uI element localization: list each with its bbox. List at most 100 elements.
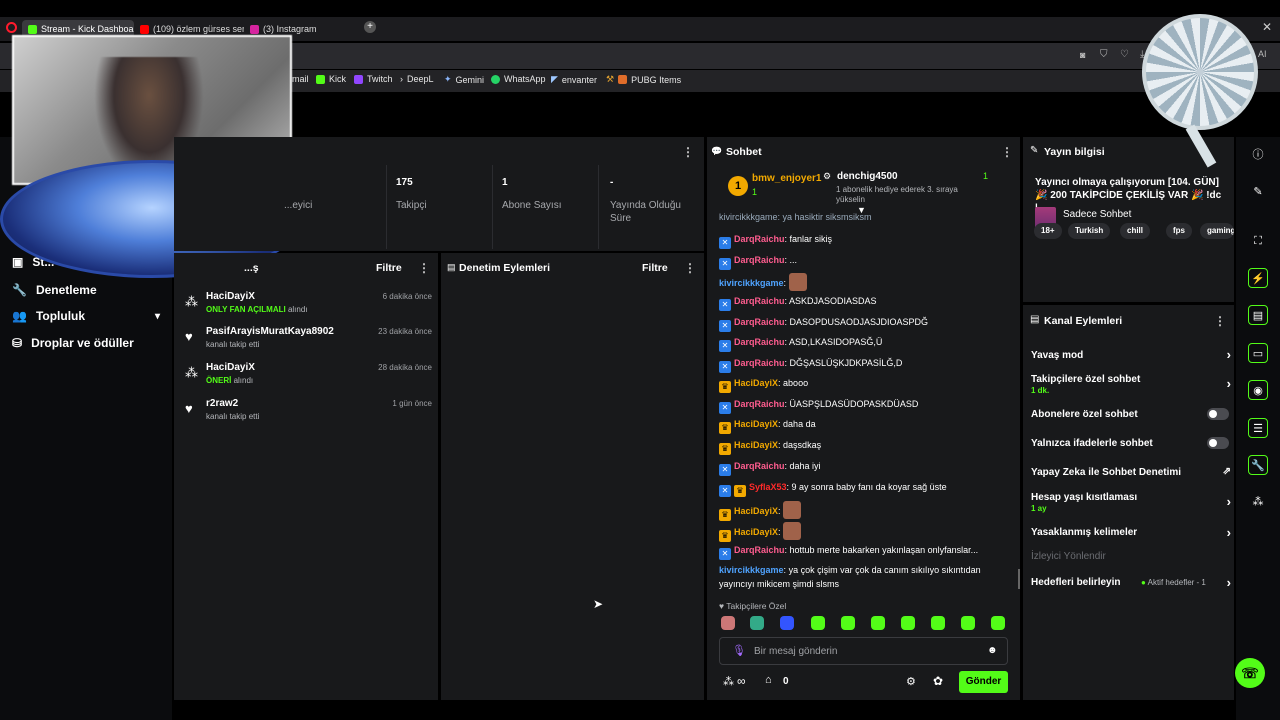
slow-mode-row[interactable]: Yavaş mod › (1031, 347, 1231, 365)
emote-blue[interactable] (780, 616, 794, 630)
share-icon[interactable]: ⁂ (1248, 492, 1268, 512)
tag-chip[interactable]: 18+ (1034, 223, 1062, 239)
chat-scrollbar[interactable] (1018, 569, 1020, 589)
activity-username[interactable]: HaciDayiX (206, 362, 255, 373)
activity-username[interactable]: PasifArayisMuratKaya8902 (206, 326, 334, 337)
chat-username[interactable]: HaciDayiX (734, 506, 778, 516)
gift-leaderboard: 1 bmw_enjoyer1 1 ⚙ denchig4500 1 aboneli… (707, 165, 1020, 215)
followers-chat-row[interactable]: Takipçilere özel sohbet 1 dk. › (1031, 373, 1231, 397)
activity-username[interactable]: HaciDayiX (206, 291, 255, 302)
sidebar-item-drops[interactable]: ⛁ Droplar ve ödüller (12, 336, 134, 350)
more-options-icon[interactable]: ⋮ (1214, 314, 1226, 328)
chat-text: ASD,LKASIDOPASĞ,Ü (789, 337, 883, 347)
fullscreen-icon[interactable]: ⛶ (1248, 231, 1268, 251)
emote-green-3[interactable] (871, 616, 885, 630)
opera-logo-icon[interactable] (6, 22, 17, 33)
chat-username[interactable]: kivircikkkgame (719, 278, 784, 288)
more-options-icon[interactable]: ⋮ (682, 145, 694, 159)
document-icon[interactable]: ▤ (1248, 305, 1268, 325)
goals-row[interactable]: Hedefleri belirleyin ● Aktif hedefler - 1… (1031, 575, 1231, 591)
emote-chat-toggle[interactable] (1207, 437, 1229, 449)
send-button[interactable]: Gönder (959, 671, 1008, 693)
microphone-icon[interactable]: 🎙 (732, 644, 746, 657)
chat-bubble-icon[interactable]: ▭ (1248, 343, 1268, 363)
chat-username[interactable]: DarqRaichu (734, 296, 785, 306)
settings-icon[interactable]: ⚙ (906, 675, 916, 688)
banned-words-row[interactable]: Yasaklanmış kelimeler › (1031, 525, 1231, 541)
chat-username[interactable]: DarqRaichu (734, 358, 785, 368)
emote-green-4[interactable] (901, 616, 915, 630)
heart-outline-icon[interactable]: ♡ (1120, 49, 1129, 60)
emote-green-6[interactable] (961, 616, 975, 630)
info-icon[interactable]: ⓘ (1248, 145, 1268, 165)
chat-username[interactable]: SyflaX53 (749, 482, 787, 492)
activity-username[interactable]: r2raw2 (206, 398, 238, 409)
emote-cat[interactable] (721, 616, 735, 630)
store-icon[interactable]: ⌂ (765, 674, 772, 686)
emote-pepe[interactable] (750, 616, 764, 630)
emote-green-2[interactable] (841, 616, 855, 630)
tag-chip[interactable]: Turkish (1068, 223, 1111, 239)
bookmark-envanter[interactable]: ◤ envanter (551, 74, 597, 85)
message-placeholder: Bir mesaj gönderin (754, 646, 838, 657)
category-name[interactable]: Sadece Sohbet (1063, 209, 1131, 220)
share-icon[interactable]: ⁂ (723, 675, 734, 688)
bookmark-deepl[interactable]: › DeepL (400, 74, 434, 84)
shield-icon[interactable]: ⛉ (1100, 49, 1108, 60)
activity-filter-button[interactable]: Filtre (376, 262, 402, 274)
chat-username[interactable]: DarqRaichu (734, 545, 785, 555)
bookmark-twitch[interactable]: Twitch (354, 74, 393, 84)
emote-green-7[interactable] (991, 616, 1005, 630)
tag-chip[interactable]: gaming (1200, 223, 1234, 239)
account-age-row[interactable]: Hesap yaşı kısıtlaması 1 ay › (1031, 491, 1231, 515)
bookmark-whatsapp[interactable]: WhatsApp (491, 74, 546, 84)
ai-moderation-row[interactable]: Yapay Zeka ile Sohbet Denetimi ⇗ (1031, 466, 1231, 480)
emote-green-5[interactable] (931, 616, 945, 630)
tag-chip[interactable]: fps (1166, 223, 1192, 239)
emote-picker-icon[interactable]: ✿ (933, 674, 943, 688)
vip-crown-badge-icon: ♛ (734, 485, 746, 497)
lightning-icon[interactable]: ⚡ (1248, 268, 1268, 288)
new-tab-button[interactable]: + (364, 21, 376, 33)
chat-username[interactable]: DarqRaichu (734, 399, 785, 409)
chat-input[interactable]: 🎙 Bir mesaj gönderin ☻ (719, 637, 1008, 665)
layers-icon[interactable]: ☰ (1248, 418, 1268, 438)
chat-username[interactable]: HaciDayiX (734, 419, 778, 429)
chat-username[interactable]: HaciDayiX (734, 440, 778, 450)
bookmark-kick[interactable]: Kick (316, 74, 346, 84)
more-options-icon[interactable]: ⋮ (684, 261, 696, 275)
camera-icon[interactable]: ◙ (1080, 50, 1085, 60)
bookmark-gemini[interactable]: ✦ Gemini (444, 74, 484, 85)
chat-username[interactable]: kivircikkkgame (719, 565, 784, 575)
leader-username[interactable]: bmw_enjoyer1 (752, 173, 821, 184)
ai-icon[interactable]: AI (1258, 49, 1267, 59)
chat-username[interactable]: DarqRaichu (734, 317, 785, 327)
bookmark-pubg-items[interactable]: ⚒ PUBG Items (606, 74, 681, 85)
more-options-icon[interactable]: ⋮ (1001, 145, 1013, 159)
close-window-icon[interactable]: ✕ (1262, 20, 1272, 34)
sidebar-item-community[interactable]: 👥 Topluluk ▾ (12, 309, 160, 323)
moderation-filter-button[interactable]: Filtre (642, 262, 668, 274)
sidebar-item-moderation[interactable]: 🔧 Denetleme (12, 283, 97, 297)
subs-chat-toggle[interactable] (1207, 408, 1229, 420)
bookmark-mail[interactable]: mail (292, 74, 309, 84)
chat-username[interactable]: DarqRaichu (734, 337, 785, 347)
chat-username[interactable]: DarqRaichu (734, 234, 785, 244)
subs-chat-row[interactable]: Abonelere özel sohbet (1031, 408, 1231, 422)
chat-username[interactable]: HaciDayiX (734, 378, 778, 388)
tag-chip[interactable]: chill (1120, 223, 1151, 239)
emote-chat-row[interactable]: Yalnızca ifadelerle sohbet (1031, 437, 1231, 451)
infinity-icon[interactable]: ∞ (737, 674, 746, 688)
more-options-icon[interactable]: ⋮ (418, 261, 430, 275)
support-button[interactable]: ☏ (1235, 658, 1265, 688)
broadcast-icon[interactable]: ◉ (1248, 380, 1268, 400)
chat-username[interactable]: DarqRaichu (734, 461, 785, 471)
second-username[interactable]: denchig4500 (837, 171, 898, 182)
chat-emote (788, 273, 807, 291)
chat-username[interactable]: DarqRaichu (734, 255, 785, 265)
emoji-icon[interactable]: ☻ (987, 645, 998, 656)
edit-icon[interactable]: ✎ (1248, 182, 1268, 202)
emote-green-1[interactable] (811, 616, 825, 630)
wrench-icon[interactable]: 🔧 (1248, 455, 1268, 475)
chat-username[interactable]: HaciDayiX (734, 527, 778, 537)
